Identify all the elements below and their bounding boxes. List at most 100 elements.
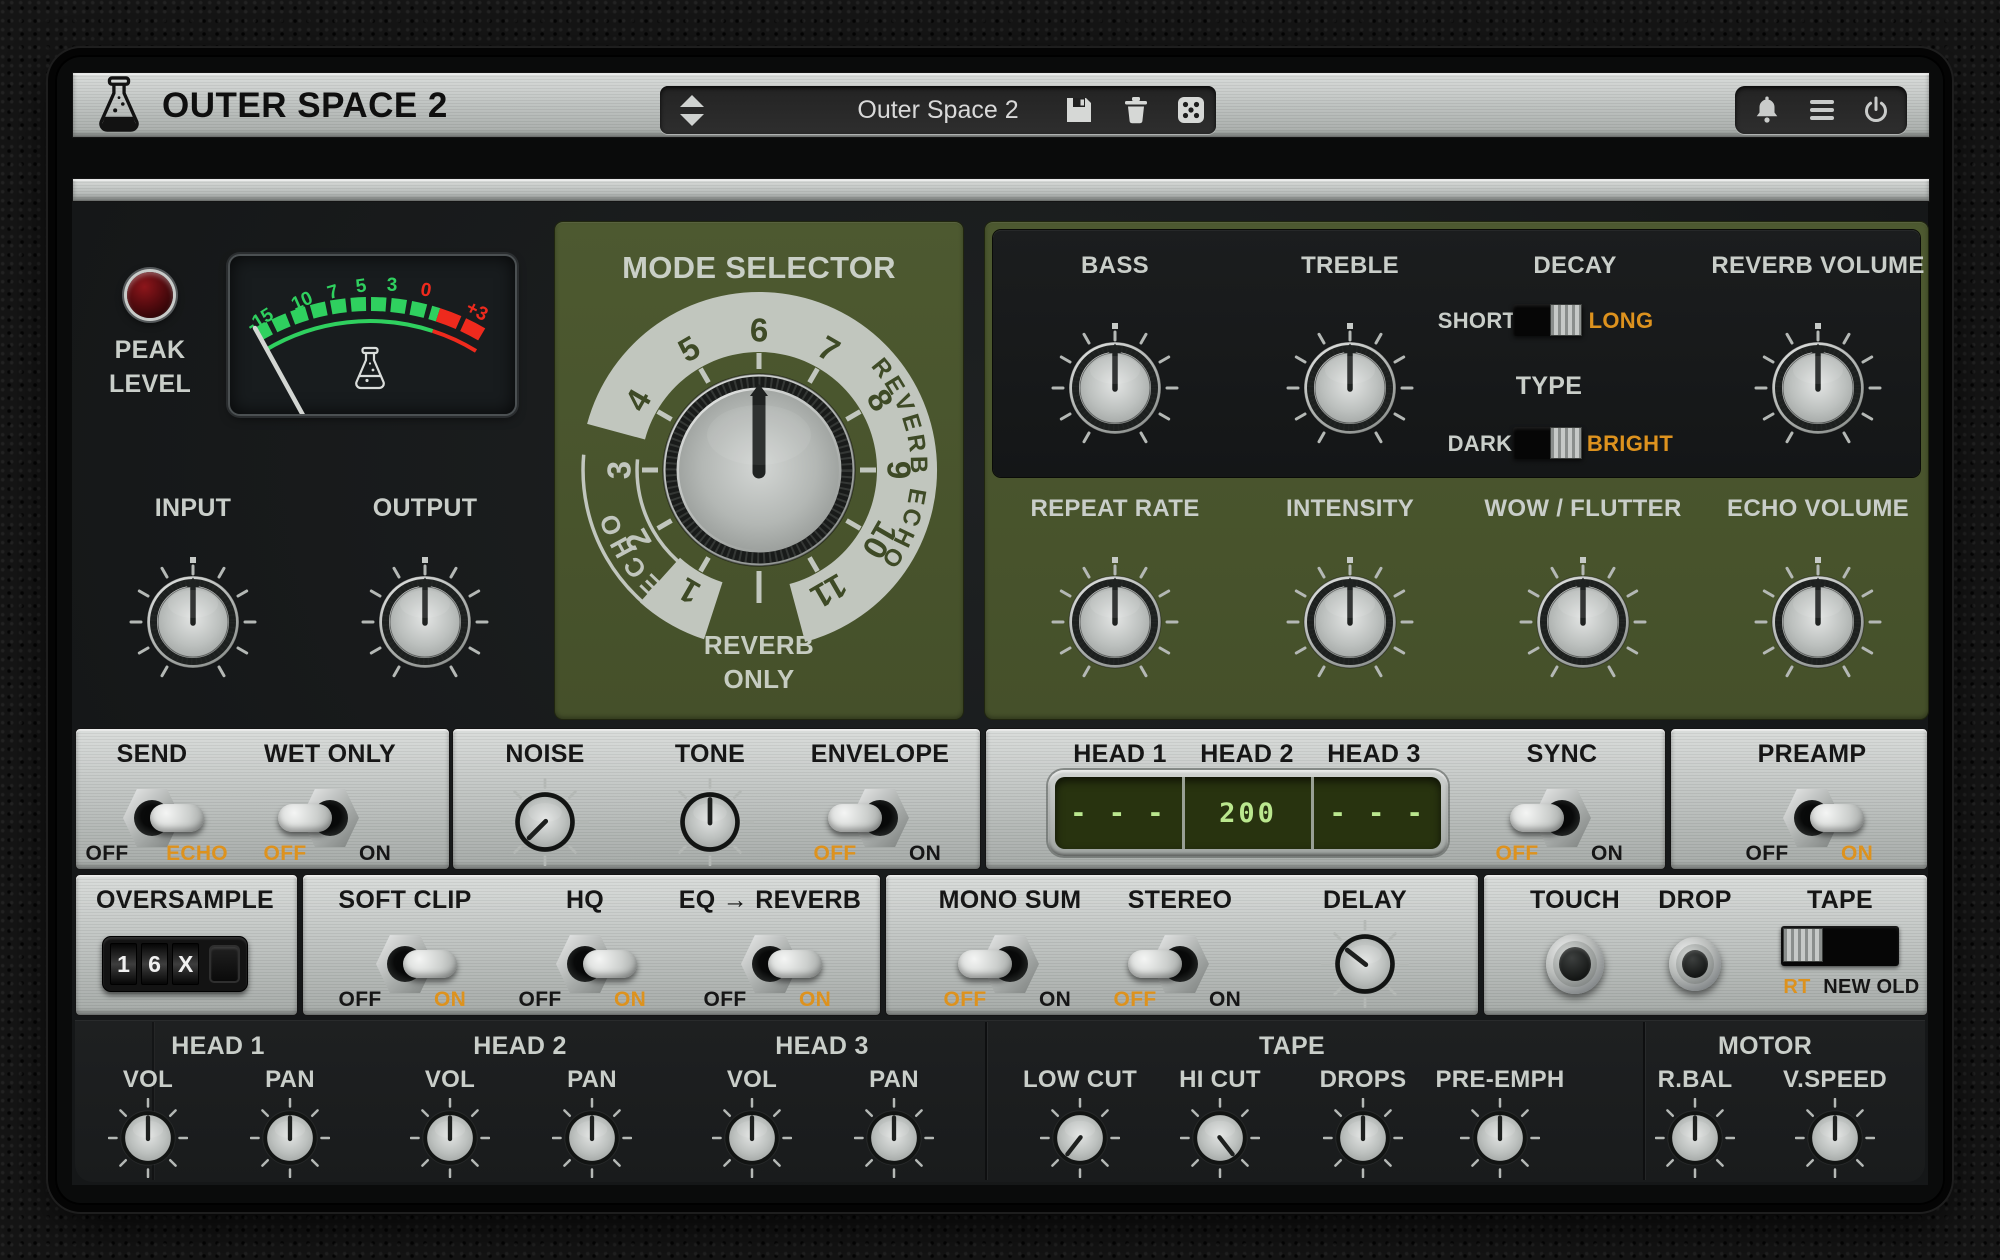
- head3-title: HEAD 3: [1327, 740, 1421, 769]
- head2-vol-knob[interactable]: [410, 1098, 490, 1178]
- delay-knob[interactable]: [1321, 920, 1409, 1008]
- drops-label: DROPS: [1320, 1066, 1407, 1094]
- svg-text:9: 9: [881, 461, 918, 479]
- oversample-counter[interactable]: 1 6 X: [102, 936, 248, 992]
- treble-knob[interactable]: [1285, 323, 1415, 453]
- trash-icon[interactable]: [1121, 95, 1151, 125]
- noise-knob[interactable]: [501, 778, 589, 866]
- hi-cut-label: HI CUT: [1179, 1066, 1261, 1094]
- decay-switch[interactable]: [1513, 304, 1583, 336]
- head1-pan-knob[interactable]: [250, 1098, 330, 1178]
- counter-reset-button[interactable]: [209, 945, 240, 983]
- type-switch[interactable]: [1513, 427, 1583, 459]
- eq-reverb-label: EQ → REVERB: [679, 886, 862, 915]
- vu-needle: [255, 328, 320, 414]
- mono-sum-off-label: OFF: [944, 988, 987, 1012]
- head1-vol-label: VOL: [123, 1066, 173, 1094]
- reverb-volume-knob[interactable]: [1753, 323, 1883, 453]
- pre-emph-knob[interactable]: [1460, 1098, 1540, 1178]
- plugin-window: OUTER SPACE 2 Outer Space 2: [0, 0, 2000, 1260]
- drop-label: DROP: [1658, 886, 1731, 915]
- tone-knob[interactable]: [666, 778, 754, 866]
- pre-emph-label: PRE-EMPH: [1435, 1066, 1564, 1094]
- menu-hamburger-icon[interactable]: [1806, 94, 1838, 126]
- mode-reverb-only-label-2: ONLY: [723, 664, 794, 695]
- head1-title: HEAD 1: [1073, 740, 1167, 769]
- head1-group-title: HEAD 1: [171, 1032, 265, 1061]
- v-speed-knob[interactable]: [1795, 1098, 1875, 1178]
- power-bypass-icon[interactable]: [1860, 94, 1892, 126]
- r-bal-label: R.BAL: [1658, 1066, 1733, 1094]
- soft-clip-label: SOFT CLIP: [338, 886, 471, 915]
- head3-vol-knob[interactable]: [712, 1098, 792, 1178]
- preset-prev-next-arrows[interactable]: [678, 94, 706, 128]
- header-strip: [72, 178, 1930, 202]
- input-label: INPUT: [155, 494, 232, 523]
- low-cut-label: LOW CUT: [1023, 1066, 1137, 1094]
- low-cut-knob[interactable]: [1040, 1098, 1120, 1178]
- head2-vol-label: VOL: [425, 1066, 475, 1094]
- motor-group-title: MOTOR: [1718, 1032, 1812, 1061]
- head3-group-title: HEAD 3: [775, 1032, 869, 1061]
- input-knob[interactable]: [128, 557, 258, 687]
- hi-cut-knob[interactable]: [1180, 1098, 1260, 1178]
- echo-volume-knob[interactable]: [1753, 557, 1883, 687]
- drop-button[interactable]: [1669, 937, 1721, 991]
- soft-clip-off-label: OFF: [339, 988, 382, 1012]
- v-speed-label: V.SPEED: [1783, 1066, 1887, 1094]
- svg-text:3: 3: [601, 461, 638, 479]
- stereo-off-label: OFF: [1114, 988, 1157, 1012]
- bass-knob[interactable]: [1050, 323, 1180, 453]
- bottom-divider: [985, 1022, 987, 1180]
- counter-digit: 1: [110, 943, 137, 985]
- head3-time-value[interactable]: - - -: [1311, 777, 1441, 849]
- intensity-label: INTENSITY: [1286, 495, 1414, 523]
- head2-time-value[interactable]: 200: [1182, 777, 1312, 849]
- type-label: TYPE: [1516, 372, 1583, 401]
- intensity-knob[interactable]: [1285, 557, 1415, 687]
- decay-long-label: LONG: [1589, 308, 1654, 334]
- treble-label: TREBLE: [1301, 252, 1399, 280]
- send-off-label: OFF: [86, 842, 129, 866]
- touch-button[interactable]: [1546, 934, 1604, 994]
- notifications-bell-icon[interactable]: [1751, 94, 1783, 126]
- decay-short-label: SHORT: [1438, 308, 1517, 334]
- send-echo-label: ECHO: [166, 842, 228, 866]
- output-knob[interactable]: [360, 557, 490, 687]
- randomize-dice-icon[interactable]: [1176, 95, 1206, 125]
- mode-selector-dial[interactable]: ECHO REVERB ECHO 1 2 3 4 5 6 7 8 9 10 1: [569, 280, 949, 660]
- vu-flask-icon: [356, 348, 384, 388]
- head1-vol-knob[interactable]: [108, 1098, 188, 1178]
- sync-label: SYNC: [1527, 740, 1598, 769]
- touch-label: TOUCH: [1530, 886, 1620, 915]
- wow-flutter-knob[interactable]: [1518, 557, 1648, 687]
- counter-digit: 6: [141, 943, 168, 985]
- tape-new-label: NEW: [1823, 976, 1871, 999]
- save-icon[interactable]: [1064, 95, 1094, 125]
- stereo-on-label: ON: [1209, 988, 1241, 1012]
- svg-text:7: 7: [325, 281, 341, 304]
- drops-knob[interactable]: [1323, 1098, 1403, 1178]
- wet-only-on-label: ON: [359, 842, 391, 866]
- svg-text:0: 0: [419, 279, 433, 302]
- oversample-label: OVERSAMPLE: [96, 886, 274, 915]
- svg-text:3: 3: [387, 275, 398, 296]
- tape-age-switch[interactable]: [1781, 926, 1899, 966]
- preset-name[interactable]: Outer Space 2: [857, 86, 1018, 134]
- head1-time-value[interactable]: - - -: [1055, 777, 1182, 849]
- tape-switch-label: TAPE: [1807, 886, 1873, 915]
- repeat-rate-knob[interactable]: [1050, 557, 1180, 687]
- wow-flutter-label: WOW / FLUTTER: [1484, 495, 1681, 523]
- eq-reverb-on-label: ON: [799, 988, 831, 1012]
- wet-only-off-label: OFF: [264, 842, 307, 866]
- echo-volume-label: ECHO VOLUME: [1727, 495, 1909, 523]
- type-dark-label: DARK: [1448, 431, 1513, 457]
- r-bal-knob[interactable]: [1655, 1098, 1735, 1178]
- head3-pan-knob[interactable]: [854, 1098, 934, 1178]
- preset-bar: Outer Space 2: [660, 86, 1216, 134]
- mono-sum-label: MONO SUM: [939, 886, 1082, 915]
- hq-label: HQ: [566, 886, 604, 915]
- head2-pan-knob[interactable]: [552, 1098, 632, 1178]
- bottom-trim-panel: [75, 1020, 1925, 1182]
- repeat-rate-label: REPEAT RATE: [1030, 495, 1199, 523]
